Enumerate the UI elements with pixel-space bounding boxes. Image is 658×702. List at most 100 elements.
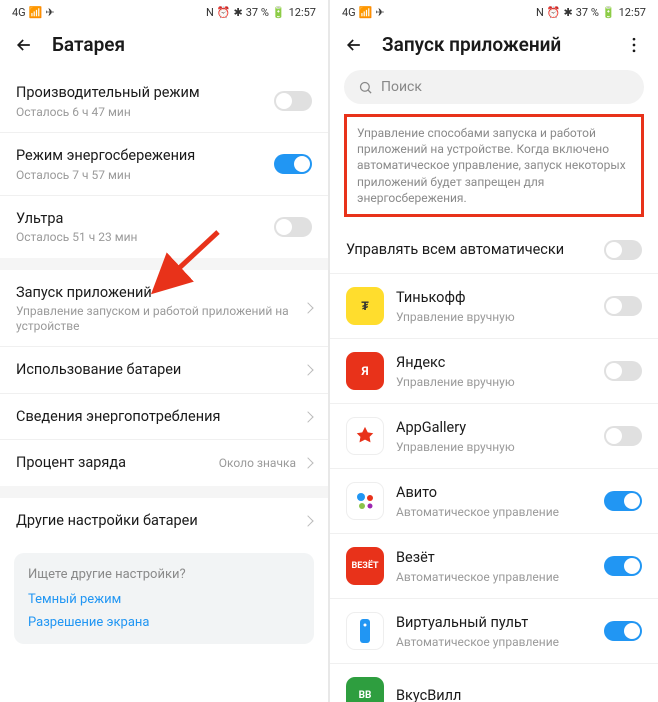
row-title: Другие настройки батареи (16, 511, 296, 531)
alarm-icon: ⏰ (217, 6, 231, 19)
app-row-tinkoff[interactable]: ₮ Тинькофф Управление вручную (330, 274, 658, 339)
row-title: Процент заряда (16, 453, 211, 473)
battery-icon: 🔋 (602, 6, 616, 19)
app-icon-vkusvill: ВВ (346, 677, 384, 702)
battery-text: 37 % (576, 6, 599, 19)
app-name: Авито (396, 483, 604, 503)
performance-mode-row[interactable]: Производительный режим Осталось 6 ч 47 м… (0, 70, 328, 133)
app-mode: Автоматическое управление (396, 505, 604, 519)
status-bar: 4G 📶 ✈ N ⏰ ✱ 37 % 🔋 12:57 (330, 0, 658, 23)
app-name: AppGallery (396, 418, 604, 438)
app-name: Везёт (396, 548, 604, 568)
row-title: Ультра (16, 209, 274, 229)
app-toggle[interactable] (604, 491, 642, 511)
row-title: Режим энергосбережения (16, 146, 274, 166)
app-mode: Управление вручную (396, 375, 604, 389)
app-icon-avito (346, 482, 384, 520)
search-placeholder: Поиск (381, 79, 422, 95)
app-icon-tinkoff: ₮ (346, 287, 384, 325)
clock: 12:57 (619, 6, 646, 19)
row-title: Производительный режим (16, 83, 274, 103)
tip-heading: Ищете другие настройки? (28, 567, 300, 582)
header: Запуск приложений (330, 23, 658, 70)
app-name: Виртуальный пульт (396, 613, 604, 633)
manage-all-toggle[interactable] (604, 240, 642, 260)
battery-settings-screen: 4G 📶 ✈ N ⏰ ✱ 37 % 🔋 12:57 Батарея Произв… (0, 0, 328, 702)
app-toggle[interactable] (604, 621, 642, 641)
signal-icon: 4G (12, 6, 26, 19)
row-title: Использование батареи (16, 360, 296, 380)
alarm-icon: ⏰ (547, 6, 561, 19)
app-icon-vezet: ВЕЗЁТ (346, 547, 384, 585)
back-icon[interactable] (14, 35, 34, 55)
nfc-icon: N (536, 6, 544, 19)
telegram-icon: ✈ (375, 6, 384, 19)
row-value: Около значка (219, 456, 296, 470)
row-sub: Управление запуском и работой приложений… (16, 304, 296, 333)
other-battery-row[interactable]: Другие настройки батареи (0, 498, 328, 544)
signal-icon: 4G (342, 6, 356, 19)
header: Батарея (0, 23, 328, 70)
manage-all-auto-row[interactable]: Управлять всем автоматически (330, 227, 658, 274)
more-icon[interactable] (624, 35, 644, 55)
page-title: Запуск приложений (382, 33, 606, 56)
chevron-right-icon (302, 457, 313, 468)
row-title: Сведения энергопотребления (16, 407, 296, 427)
app-row-avito[interactable]: Авито Автоматическое управление (330, 469, 658, 534)
app-toggle[interactable] (604, 296, 642, 316)
power-details-row[interactable]: Сведения энергопотребления (0, 394, 328, 441)
battery-icon: 🔋 (272, 6, 286, 19)
info-description: Управление способами запуска и работой п… (344, 114, 644, 217)
status-bar: 4G 📶 ✈ N ⏰ ✱ 37 % 🔋 12:57 (0, 0, 328, 23)
section-divider (0, 486, 328, 498)
back-icon[interactable] (344, 35, 364, 55)
power-saving-row[interactable]: Режим энергосбережения Осталось 7 ч 57 м… (0, 133, 328, 196)
app-icon-yandex: Я (346, 352, 384, 390)
app-toggle[interactable] (604, 426, 642, 446)
chevron-right-icon (302, 411, 313, 422)
bt-icon: ✱ (564, 6, 573, 19)
app-toggle[interactable] (604, 556, 642, 576)
tip-link-dark-mode[interactable]: Темный режим (28, 592, 300, 607)
search-input[interactable]: Поиск (344, 70, 644, 104)
app-row-yandex[interactable]: Я Яндекс Управление вручную (330, 339, 658, 404)
app-toggle[interactable] (604, 361, 642, 381)
app-mode: Автоматическое управление (396, 635, 604, 649)
battery-text: 37 % (246, 6, 269, 19)
app-launch-screen: 4G 📶 ✈ N ⏰ ✱ 37 % 🔋 12:57 Запуск приложе… (330, 0, 658, 702)
chevron-right-icon (302, 364, 313, 375)
page-title: Батарея (52, 33, 314, 56)
app-row-vkusvill[interactable]: ВВ ВкусВилл (330, 664, 658, 702)
wifi-icon: 📶 (359, 6, 373, 19)
app-mode: Автоматическое управление (396, 570, 604, 584)
ultra-row[interactable]: Ультра Осталось 51 ч 23 мин (0, 196, 328, 258)
app-launch-row[interactable]: Запуск приложений Управление запуском и … (0, 270, 328, 347)
ultra-toggle[interactable] (274, 217, 312, 237)
app-mode: Управление вручную (396, 310, 604, 324)
tips-card: Ищете другие настройки? Темный режим Раз… (14, 553, 314, 644)
chevron-right-icon (302, 515, 313, 526)
nfc-icon: N (206, 6, 214, 19)
app-row-appgallery[interactable]: AppGallery Управление вручную (330, 404, 658, 469)
search-icon (358, 80, 373, 95)
performance-toggle[interactable] (274, 91, 312, 111)
app-name: ВкусВилл (396, 686, 642, 702)
app-name: Яндекс (396, 353, 604, 373)
battery-percent-row[interactable]: Процент заряда Около значка (0, 440, 328, 486)
clock: 12:57 (289, 6, 316, 19)
app-name: Тинькофф (396, 288, 604, 308)
battery-usage-row[interactable]: Использование батареи (0, 347, 328, 394)
app-row-vezet[interactable]: ВЕЗЁТ Везёт Автоматическое управление (330, 534, 658, 599)
row-sub: Осталось 6 ч 47 мин (16, 105, 274, 119)
app-row-virtual-remote[interactable]: Виртуальный пульт Автоматическое управле… (330, 599, 658, 664)
tip-link-resolution[interactable]: Разрешение экрана (28, 615, 300, 630)
section-divider (0, 258, 328, 270)
power-saving-toggle[interactable] (274, 154, 312, 174)
telegram-icon: ✈ (45, 6, 54, 19)
app-mode: Управление вручную (396, 440, 604, 454)
row-sub: Осталось 51 ч 23 мин (16, 230, 274, 244)
bt-icon: ✱ (234, 6, 243, 19)
chevron-right-icon (302, 302, 313, 313)
row-title: Запуск приложений (16, 283, 296, 303)
row-title: Управлять всем автоматически (346, 240, 604, 260)
